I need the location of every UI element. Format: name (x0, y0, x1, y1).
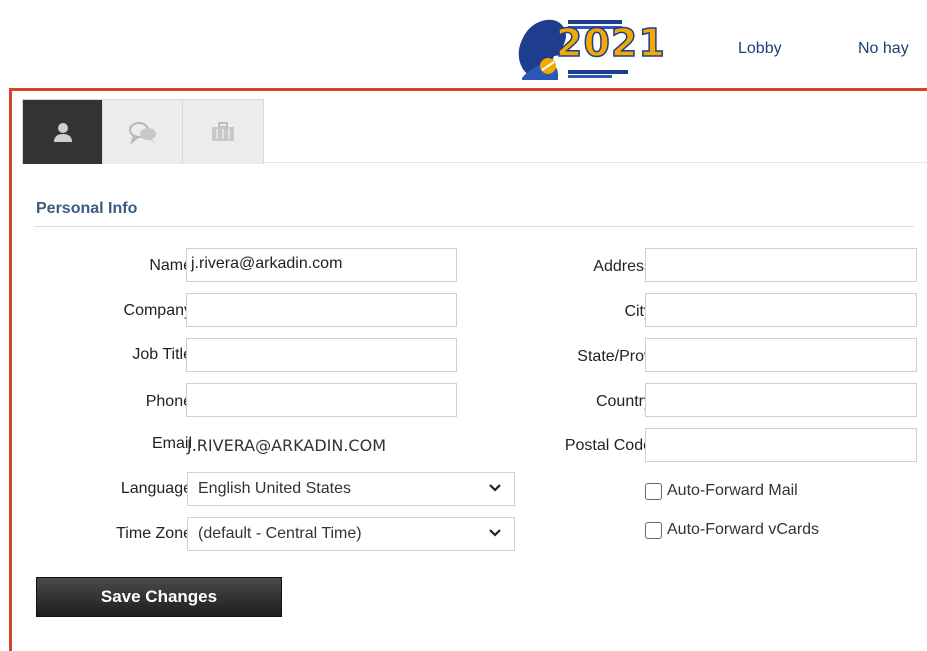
language-select[interactable]: English United States (187, 472, 515, 506)
profile-tabs (22, 99, 264, 164)
job-title-label: Job Title (132, 346, 192, 363)
person-icon (53, 123, 72, 142)
nav-lobby-link[interactable]: Lobby (738, 40, 782, 58)
city-field[interactable] (645, 293, 917, 327)
nav-nohay-link[interactable]: No hay (858, 40, 909, 58)
postal-code-label: Postal Code (564, 437, 652, 454)
postal-code-field[interactable] (645, 428, 917, 462)
chevron-down-icon (489, 529, 501, 537)
tabs-divider (262, 162, 927, 163)
logo-year-text: 2021 (555, 21, 666, 65)
auto-forward-vcards-option[interactable]: Auto-Forward vCards (645, 521, 819, 539)
address-field[interactable] (645, 248, 917, 282)
tab-personal[interactable] (23, 100, 103, 164)
email-value: J.RIVERA@ARKADIN.COM (187, 436, 386, 455)
language-selected-value: English United States (198, 480, 351, 497)
top-bar: 2021 Lobby No hay (0, 0, 927, 90)
phone-field[interactable] (186, 383, 457, 417)
timezone-label: Time Zone (116, 525, 192, 542)
email-label: Email (151, 435, 192, 452)
section-title: Personal Info (36, 200, 138, 217)
chat-bubbles-icon (128, 122, 156, 144)
address-label: Address (593, 258, 652, 275)
tab-messaging[interactable] (103, 100, 183, 164)
timezone-select[interactable]: (default - Central Time) (187, 517, 515, 551)
country-field[interactable] (645, 383, 917, 417)
state-label: State/Prov (577, 348, 652, 365)
language-label: Language (120, 480, 192, 497)
timezone-selected-value: (default - Central Time) (198, 525, 362, 542)
company-label: Company (123, 302, 192, 319)
save-changes-button[interactable]: Save Changes (36, 577, 282, 617)
name-field[interactable]: j.rivera@arkadin.com (186, 248, 457, 282)
section-divider (34, 226, 914, 227)
state-field[interactable] (645, 338, 917, 372)
job-title-field[interactable] (186, 338, 457, 372)
auto-forward-vcards-label: Auto-Forward vCards (667, 521, 820, 538)
tab-business[interactable] (183, 100, 263, 164)
auto-forward-vcards-checkbox[interactable] (645, 521, 662, 539)
auto-forward-mail-label: Auto-Forward Mail (667, 482, 798, 499)
chevron-down-icon (489, 484, 501, 492)
briefcase-icon (212, 122, 234, 141)
profile-panel: Personal Info Name j.rivera@arkadin.com … (9, 88, 927, 651)
country-label: Country (595, 393, 652, 410)
auto-forward-mail-option[interactable]: Auto-Forward Mail (645, 482, 798, 500)
auto-forward-mail-checkbox[interactable] (645, 482, 662, 500)
company-field[interactable] (186, 293, 457, 327)
